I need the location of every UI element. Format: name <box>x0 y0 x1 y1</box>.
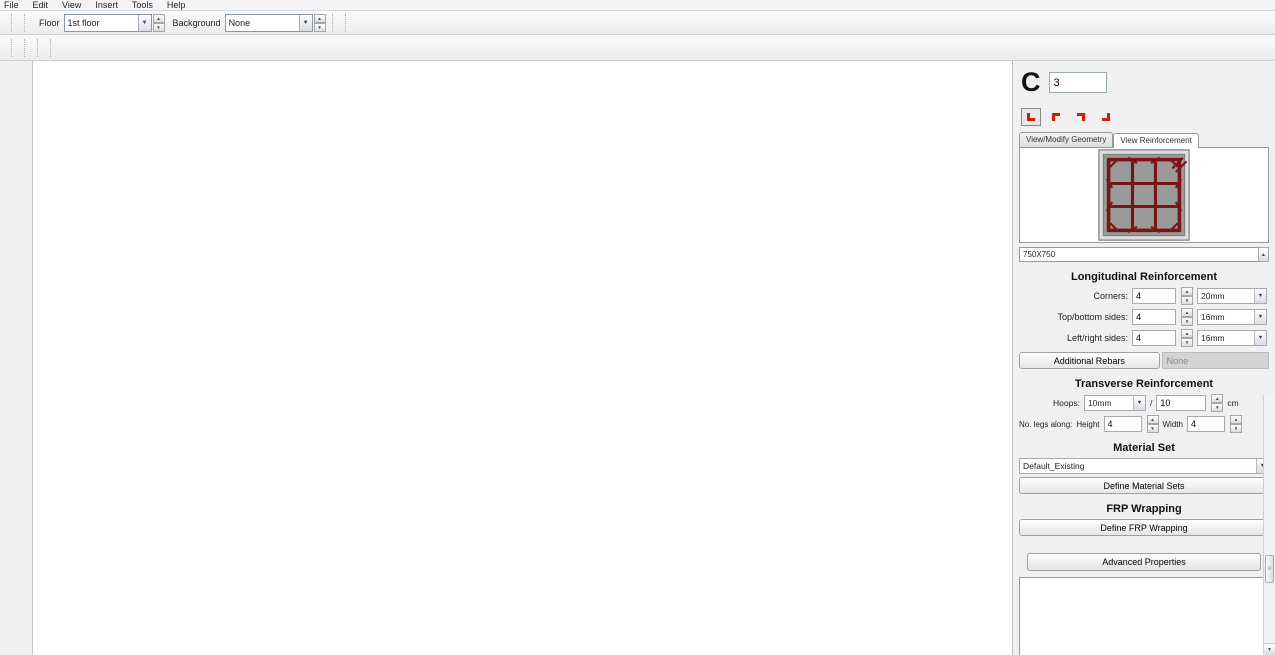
legs-label: No. legs along: <box>1019 420 1072 429</box>
transverse-title: Transverse Reinforcement <box>1019 378 1269 390</box>
legs-height-stepper[interactable]: ▲▼ <box>1147 415 1159 433</box>
material-set-select[interactable]: Default_Existing▼ <box>1019 458 1269 474</box>
corners-label: Corners: <box>1093 291 1128 301</box>
floor-value: 1st floor <box>65 18 138 28</box>
panel-scrollbar[interactable]: ≡ ▼ <box>1263 395 1275 655</box>
chevron-down-icon[interactable]: ▼ <box>299 15 312 31</box>
legs-width-input[interactable] <box>1187 416 1225 432</box>
advanced-properties-list <box>1019 577 1269 655</box>
chevron-down-icon[interactable]: ▼ <box>1254 310 1266 324</box>
chevron-down-icon[interactable]: ▼ <box>1254 289 1266 303</box>
background-value: None <box>226 18 299 28</box>
hoops-label: Hoops: <box>1053 398 1080 408</box>
insertion-point-bottom-right-button[interactable] <box>1046 108 1066 126</box>
scroll-down-icon[interactable]: ▼ <box>1264 643 1275 655</box>
longitudinal-title: Longitudinal Reinforcement <box>1019 271 1269 283</box>
insertion-point-top-right-button[interactable] <box>1071 108 1091 126</box>
corners-stepper[interactable]: ▲▼ <box>1181 287 1193 305</box>
chevron-down-icon[interactable]: ▼ <box>1254 331 1266 345</box>
tab-view-modify-geometry[interactable]: View/Modify Geometry <box>1019 132 1113 147</box>
define-material-sets-button[interactable]: Define Material Sets <box>1019 477 1269 494</box>
menu-item-file[interactable]: File <box>4 0 19 11</box>
background-select[interactable]: None ▼ <box>225 14 313 32</box>
top-bottom-count-input[interactable] <box>1132 309 1176 325</box>
corner-icon <box>1027 113 1035 121</box>
reinforcement-section-view <box>1019 147 1269 243</box>
top-bottom-stepper[interactable]: ▲▼ <box>1181 308 1193 326</box>
hoop-spacing-input[interactable] <box>1156 395 1206 411</box>
corner-icon <box>1077 113 1085 121</box>
floor-stepper[interactable]: ▲▼ <box>153 14 165 32</box>
menu-item-edit[interactable]: Edit <box>33 0 49 11</box>
unit-label: cm <box>1227 398 1238 408</box>
insertion-point-bottom-left-button[interactable] <box>1021 108 1041 126</box>
hoops-diameter-select[interactable]: 10mm▼ <box>1084 395 1146 411</box>
corner-icon <box>1052 113 1060 121</box>
member-type-label: C <box>1021 67 1041 98</box>
top-bottom-diameter-select[interactable]: 16mm▼ <box>1197 309 1267 325</box>
corners-diameter-select[interactable]: 20mm▼ <box>1197 288 1267 304</box>
background-stepper[interactable]: ▲▼ <box>314 14 326 32</box>
floor-select[interactable]: 1st floor ▼ <box>64 14 152 32</box>
column-section-image <box>1092 149 1196 241</box>
insertion-point-top-left-button[interactable] <box>1096 108 1116 126</box>
left-right-diameter-select[interactable]: 16mm▼ <box>1197 330 1267 346</box>
width-label: Width <box>1163 420 1183 429</box>
material-set-title: Material Set <box>1019 442 1269 454</box>
frp-title: FRP Wrapping <box>1019 503 1269 515</box>
left-right-count-input[interactable] <box>1132 330 1176 346</box>
additional-rebars-button[interactable]: Additional Rebars <box>1019 352 1160 369</box>
background-label: Background <box>173 18 221 28</box>
chevron-down-icon[interactable]: ▼ <box>138 15 151 31</box>
legs-width-stepper[interactable]: ▲▼ <box>1230 415 1242 433</box>
menu-bar: File Edit View Insert Tools Help <box>0 0 1275 11</box>
slash-label: / <box>1150 398 1152 408</box>
floor-label: Floor <box>39 18 60 28</box>
scroll-up-icon[interactable]: ▲ <box>1258 247 1269 262</box>
member-number-input[interactable] <box>1049 72 1107 93</box>
hoop-spacing-stepper[interactable]: ▲▼ <box>1211 394 1223 412</box>
left-right-stepper[interactable]: ▲▼ <box>1181 329 1193 347</box>
menu-item-help[interactable]: Help <box>167 0 186 11</box>
section-size-value: 750X750 <box>1023 250 1055 259</box>
properties-panel: C View/Modify Geometry View Reinforcemen… <box>1013 61 1275 655</box>
drawing-toolbar <box>0 35 1275 61</box>
height-label: Height <box>1076 420 1099 429</box>
tab-view-reinforcement[interactable]: View Reinforcement <box>1113 133 1198 148</box>
floor-plan-canvas[interactable] <box>33 61 1013 655</box>
zoom-toolbar <box>0 61 33 655</box>
menu-item-tools[interactable]: Tools <box>132 0 153 11</box>
left-right-label: Left/right sides: <box>1067 333 1128 343</box>
chevron-down-icon[interactable]: ▼ <box>1133 396 1145 410</box>
top-bottom-label: Top/bottom sides: <box>1057 312 1128 322</box>
corners-count-input[interactable] <box>1132 288 1176 304</box>
advanced-properties-button[interactable]: Advanced Properties <box>1027 553 1261 571</box>
define-frp-wrapping-button[interactable]: Define FRP Wrapping <box>1019 519 1269 536</box>
main-toolbar: Floor 1st floor ▼ ▲▼ Background None ▼ ▲… <box>0 11 1275 35</box>
menu-item-insert[interactable]: Insert <box>95 0 118 11</box>
menu-item-view[interactable]: View <box>62 0 81 11</box>
section-size-list[interactable]: 750X750 ▲ <box>1019 247 1269 262</box>
additional-rebars-value: None <box>1162 352 1269 369</box>
legs-height-input[interactable] <box>1104 416 1142 432</box>
corner-icon <box>1102 113 1110 121</box>
scrollbar-thumb[interactable]: ≡ <box>1265 555 1274 583</box>
